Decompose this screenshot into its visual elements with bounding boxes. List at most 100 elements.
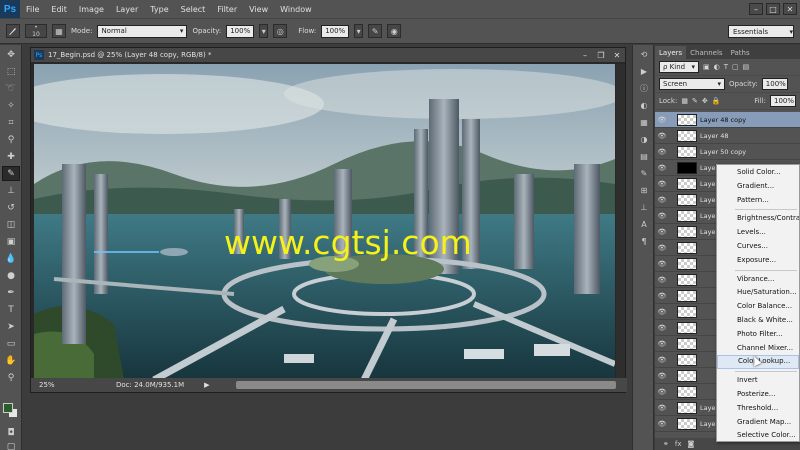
add-mask-icon[interactable]: ◙ [687, 440, 694, 448]
lock-pixels-icon[interactable]: ✎ [692, 97, 698, 105]
menu-item-black-white[interactable]: Black & White... [717, 314, 799, 328]
visibility-eye-icon[interactable]: 👁 [655, 148, 669, 156]
eraser-tool-icon[interactable]: ◫ [2, 217, 20, 232]
menu-view[interactable]: View [243, 5, 274, 14]
menu-item-posterize[interactable]: Posterize... [717, 388, 799, 402]
foreground-color-swatch[interactable] [3, 403, 13, 413]
kind-filter-select[interactable]: ρ Kind ▾ [659, 61, 699, 73]
menu-item-color-balance[interactable]: Color Balance... [717, 300, 799, 314]
styles-panel-icon[interactable]: ▤ [637, 150, 651, 163]
lock-position-icon[interactable]: ✥ [702, 97, 708, 105]
layer-row[interactable]: 👁 Layer 48 [655, 128, 800, 144]
canvas-image[interactable]: www.cgtsj.com [34, 64, 615, 380]
layer-opacity-input[interactable]: 100% [761, 78, 788, 90]
document-tab[interactable]: Ps 17_Begin.psd @ 25% (Layer 48 copy, RG… [31, 48, 625, 62]
menu-item-hue-saturation[interactable]: Hue/Saturation... [717, 286, 799, 300]
info-panel-icon[interactable]: ⓘ [637, 82, 651, 95]
character-panel-icon[interactable]: A [637, 218, 651, 231]
eyedropper-tool-icon[interactable]: ⚲ [2, 132, 20, 147]
shape-filter-icon[interactable]: ▢ [732, 63, 739, 71]
tab-paths[interactable]: Paths [727, 46, 754, 59]
minimize-icon[interactable]: – [577, 49, 593, 61]
visibility-eye-icon[interactable]: 👁 [655, 308, 669, 316]
fill-input[interactable]: 100% [770, 95, 796, 107]
smart-object-filter-icon[interactable]: ▤ [743, 63, 750, 71]
gradient-tool-icon[interactable]: ▣ [2, 234, 20, 249]
brush-preset-icon[interactable] [6, 24, 20, 38]
menu-file[interactable]: File [20, 5, 45, 14]
close-icon[interactable]: ✕ [609, 49, 625, 61]
adjustment-filter-icon[interactable]: ◐ [714, 63, 720, 71]
menu-item-photo-filter[interactable]: Photo Filter... [717, 328, 799, 342]
brush-tool-icon[interactable]: ✎ [2, 166, 20, 181]
visibility-eye-icon[interactable]: 👁 [655, 324, 669, 332]
tab-layers[interactable]: Layers [655, 46, 687, 59]
type-filter-icon[interactable]: T [724, 63, 728, 71]
visibility-eye-icon[interactable]: 👁 [655, 164, 669, 172]
menu-item-solid-color[interactable]: Solid Color... [717, 166, 799, 180]
restore-icon[interactable]: ❐ [593, 49, 609, 61]
history-panel-icon[interactable]: ⟲ [637, 48, 651, 61]
shape-tool-icon[interactable]: ▭ [2, 336, 20, 351]
color-panel-icon[interactable]: ◐ [637, 99, 651, 112]
crop-tool-icon[interactable]: ⌗ [2, 115, 20, 130]
pen-tool-icon[interactable]: ✒ [2, 285, 20, 300]
clone-source-panel-icon[interactable]: ⊥ [637, 201, 651, 214]
adjustments-panel-icon[interactable]: ◑ [637, 133, 651, 146]
type-tool-icon[interactable]: T [2, 302, 20, 317]
opacity-dropdown-icon[interactable]: ▾ [259, 24, 269, 38]
visibility-eye-icon[interactable]: 👁 [655, 420, 669, 428]
visibility-eye-icon[interactable]: 👁 [655, 244, 669, 252]
menu-item-invert[interactable]: Invert [717, 374, 799, 388]
status-menu-arrow-icon[interactable]: ▶ [204, 381, 209, 389]
menu-item-levels[interactable]: Levels... [717, 226, 799, 240]
opacity-input[interactable]: 100% [226, 24, 255, 38]
visibility-eye-icon[interactable]: 👁 [655, 292, 669, 300]
path-select-tool-icon[interactable]: ➤ [2, 319, 20, 334]
airbrush-icon[interactable]: ✎ [368, 24, 383, 38]
brush-panel-icon[interactable]: ✎ [637, 167, 651, 180]
quick-select-tool-icon[interactable]: ✧ [2, 98, 20, 113]
actions-panel-icon[interactable]: ▶ [637, 65, 651, 78]
menu-item-gradient-map[interactable]: Gradient Map... [717, 416, 799, 430]
zoom-level[interactable]: 25% [31, 381, 61, 389]
menu-window[interactable]: Window [274, 5, 318, 14]
visibility-eye-icon[interactable]: 👁 [655, 356, 669, 364]
menu-item-brightness-contrast[interactable]: Brightness/Contrast... [717, 212, 799, 226]
hand-tool-icon[interactable]: ✋ [2, 353, 20, 368]
pixel-filter-icon[interactable]: ▣ [703, 63, 710, 71]
flow-dropdown-icon[interactable]: ▾ [354, 24, 364, 38]
visibility-eye-icon[interactable]: 👁 [655, 180, 669, 188]
history-brush-tool-icon[interactable]: ↺ [2, 200, 20, 215]
zoom-tool-icon[interactable]: ⚲ [2, 370, 20, 385]
pressure-opacity-icon[interactable]: ◎ [273, 24, 288, 38]
menu-select[interactable]: Select [175, 5, 212, 14]
vertical-scrollbar[interactable] [616, 64, 625, 380]
menu-image[interactable]: Image [73, 5, 110, 14]
marquee-tool-icon[interactable]: ⬚ [2, 64, 20, 79]
healing-brush-tool-icon[interactable]: ✚ [2, 149, 20, 164]
menu-item-threshold[interactable]: Threshold... [717, 402, 799, 416]
flow-input[interactable]: 100% [321, 24, 350, 38]
visibility-eye-icon[interactable]: 👁 [655, 116, 669, 124]
visibility-eye-icon[interactable]: 👁 [655, 372, 669, 380]
brush-panel-icon[interactable]: ▦ [52, 24, 66, 38]
lock-all-icon[interactable]: 🔒 [712, 97, 721, 105]
visibility-eye-icon[interactable]: 👁 [655, 340, 669, 348]
visibility-eye-icon[interactable]: 👁 [655, 228, 669, 236]
menu-item-exposure[interactable]: Exposure... [717, 254, 799, 268]
menu-type[interactable]: Type [144, 5, 174, 14]
visibility-eye-icon[interactable]: 👁 [655, 404, 669, 412]
brush-size-picker[interactable]: • 10 [25, 24, 47, 38]
menu-layer[interactable]: Layer [110, 5, 144, 14]
menu-item-gradient[interactable]: Gradient... [717, 180, 799, 194]
blend-mode-select[interactable]: Screen ▾ [659, 78, 725, 90]
layer-row[interactable]: 👁 Layer 50 copy [655, 144, 800, 160]
screen-mode-icon[interactable]: ▢ [2, 439, 20, 450]
swatches-panel-icon[interactable]: ▦ [637, 116, 651, 129]
paragraph-panel-icon[interactable]: ¶ [637, 235, 651, 248]
clone-stamp-tool-icon[interactable]: ⊥ [2, 183, 20, 198]
visibility-eye-icon[interactable]: 👁 [655, 388, 669, 396]
visibility-eye-icon[interactable]: 👁 [655, 132, 669, 140]
fx-icon[interactable]: fx [675, 440, 682, 448]
